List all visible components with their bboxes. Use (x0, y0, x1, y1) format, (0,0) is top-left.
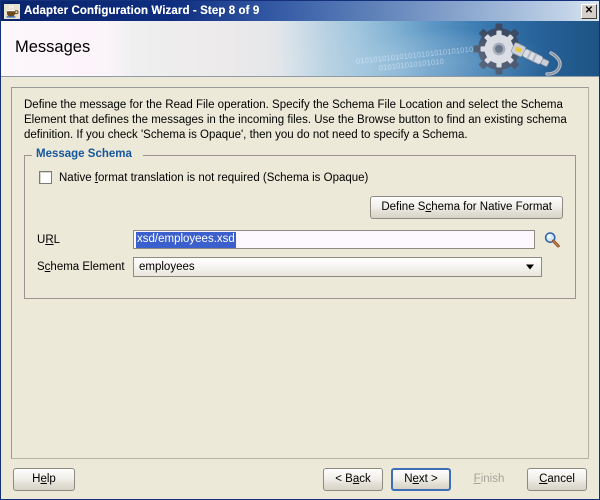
group-legend: Message Schema (33, 147, 136, 161)
close-icon[interactable]: ✕ (581, 3, 597, 19)
cancel-button[interactable]: Cancel (527, 467, 587, 491)
schema-element-dropdown[interactable]: employees (133, 257, 542, 277)
title-bar: Adapter Configuration Wizard - Step 8 of… (1, 1, 599, 21)
schema-element-label: Schema Element (37, 261, 133, 273)
screenshot-root: Adapter Configuration Wizard - Step 8 of… (0, 0, 600, 500)
help-after: lp (46, 472, 56, 485)
opaque-checkbox-label: Native format translation is not require… (59, 172, 368, 184)
group-border-left (24, 155, 32, 156)
window-title: Adapter Configuration Wizard - Step 8 of… (24, 5, 260, 17)
content-area: Define the message for the Read File ope… (1, 77, 599, 459)
magnifier-icon[interactable] (541, 229, 563, 250)
back-after: ck (359, 472, 371, 485)
url-row: URL xsd/employees.xsd (37, 229, 563, 250)
gear-wrench-icon (463, 23, 593, 76)
binary-line-1: 0101010101010101010101010101 (355, 44, 479, 66)
binary-line-2: 010101010101010 (378, 56, 445, 73)
page-description: Define the message for the Read File ope… (24, 99, 567, 141)
define-schema-row: Define Schema for Native Format (37, 196, 563, 219)
url-label-mnemonic: R (45, 233, 54, 246)
finish-mnemonic: F (473, 472, 481, 485)
schema-element-row: Schema Element employees (37, 257, 563, 277)
page-title: Messages (15, 38, 91, 56)
finish-after: inish (480, 472, 505, 485)
opaque-label-after: ormat translation is not required (Schem… (98, 171, 369, 184)
wizard-panel: Define the message for the Read File ope… (11, 87, 589, 459)
url-label: URL (37, 234, 133, 246)
next-button[interactable]: Next > (391, 467, 451, 491)
button-bar: Help < Back Next > Finish Cancel (1, 459, 599, 499)
header-banner: 0101010101010101010101010101 01010101010… (1, 21, 599, 77)
back-button[interactable]: < Back (323, 467, 383, 491)
define-schema-for-native-format-button[interactable]: Define Schema for Native Format (370, 196, 563, 219)
binary-decoration: 0101010101010101010101010101 01010101010… (355, 41, 506, 75)
help-button[interactable]: Help (13, 467, 75, 491)
opaque-checkbox-row[interactable]: Native format translation is not require… (39, 171, 563, 184)
wizard-window: Adapter Configuration Wizard - Step 8 of… (0, 0, 600, 500)
coffee-cup-icon (4, 3, 20, 19)
define-button-after: hema for Native Format (431, 201, 552, 213)
next-before: N (404, 472, 413, 485)
schema-element-label-before: S (37, 261, 45, 273)
back-before: < B (335, 472, 353, 485)
schema-element-value: employees (139, 261, 195, 273)
url-input-value: xsd/employees.xsd (136, 231, 236, 248)
next-after: xt > (418, 472, 438, 485)
schema-element-label-after: hema Element (50, 261, 125, 273)
message-schema-group: Message Schema Native format translation… (24, 147, 576, 299)
chevron-down-icon (526, 264, 534, 270)
url-label-after: L (53, 233, 61, 246)
opaque-label-before: Native (59, 171, 95, 184)
opaque-checkbox[interactable] (39, 171, 52, 184)
finish-button: Finish (459, 467, 519, 491)
cancel-after: ancel (547, 472, 575, 485)
url-input[interactable]: xsd/employees.xsd (133, 230, 535, 249)
group-border-right (143, 155, 576, 156)
define-button-before: Define S (381, 201, 426, 213)
